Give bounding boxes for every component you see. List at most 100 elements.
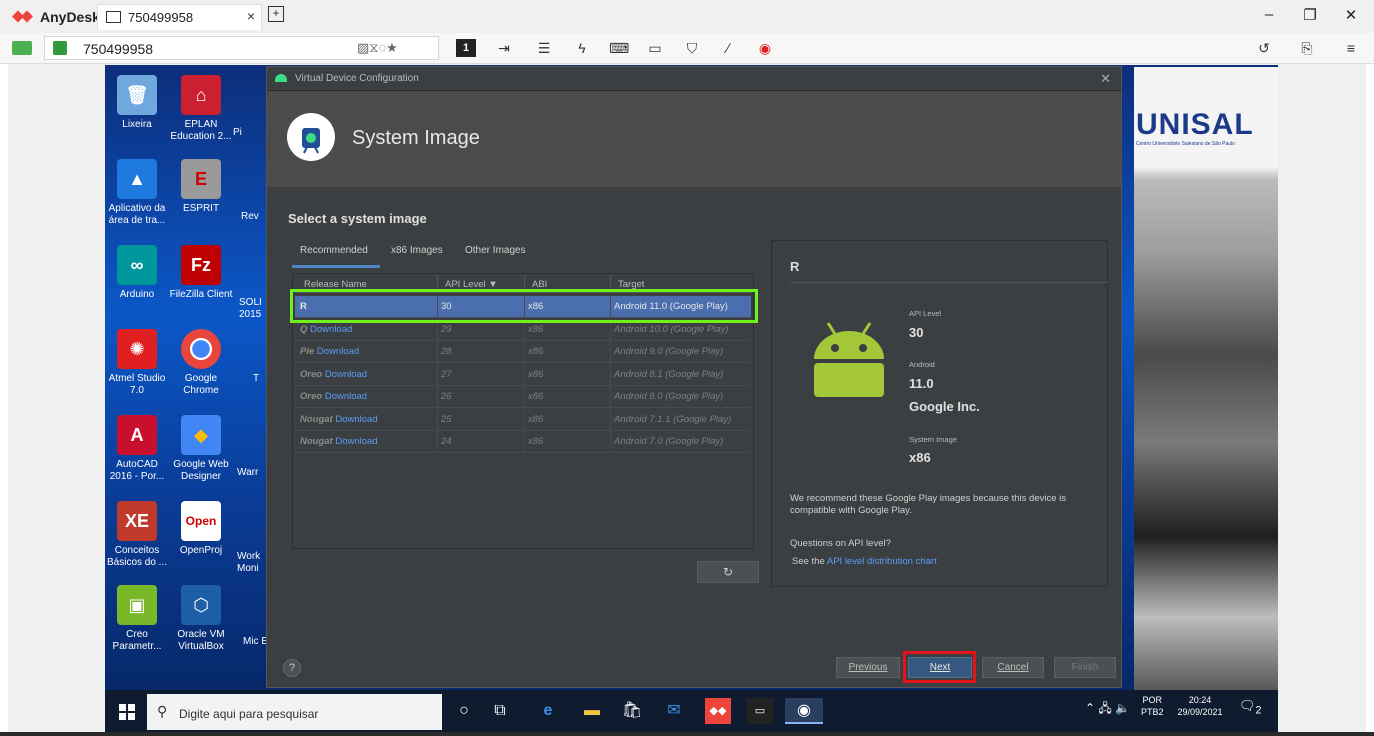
desktop-icon-creo[interactable]: ▣ Creo Parametr... — [105, 585, 169, 653]
unisal-logo-text: UNISAL — [1136, 108, 1254, 141]
language-indicator[interactable]: POR PTB2 — [1141, 694, 1164, 718]
desktop-icon-label: Google Chrome — [183, 373, 219, 396]
desktop-icon-conceitos[interactable]: XE Conceitos Básicos do ... — [105, 501, 169, 569]
download-link[interactable]: Download — [325, 391, 367, 402]
cancel-button[interactable]: Cancel — [982, 657, 1044, 678]
clock[interactable]: 20:24 29/09/2021 — [1173, 694, 1227, 718]
desktop-icon-autocad[interactable]: A AutoCAD 2016 - Por... — [105, 415, 169, 483]
chat-icon[interactable]: ☰ — [534, 39, 554, 57]
notification-icon[interactable]: 🗨2 — [1239, 699, 1262, 716]
desktop-partial-label: Work Moni — [237, 551, 261, 574]
new-tab-button[interactable]: + — [268, 6, 284, 22]
desktop-icon-atmel[interactable]: ✺ Atmel Studio 7.0 — [105, 329, 169, 397]
tab-other-images[interactable]: Other Images — [465, 245, 526, 256]
download-link[interactable]: Download — [335, 436, 377, 447]
windows-start-icon[interactable] — [119, 704, 135, 720]
table-row[interactable]: Oreo Download 27 x86 Android 8.1 (Google Pl… — [295, 363, 751, 386]
api-distribution-chart-link[interactable]: API level distribution chart — [827, 556, 937, 567]
table-row[interactable]: Oreo Download 26 x86 Android 8.0 (Google Pl… — [295, 386, 751, 408]
release-name-cell: Pie Download — [300, 346, 359, 357]
menu-icon[interactable]: ≡ — [1341, 39, 1361, 57]
display-icon[interactable]: ▭ — [645, 39, 665, 57]
switch-sides-icon[interactable]: ⇥ — [494, 39, 514, 57]
column-separator — [610, 431, 611, 453]
terminal-icon[interactable]: ▭ — [747, 698, 773, 724]
tray-icons[interactable]: ⌃ 🖧 🔈 — [1085, 702, 1130, 714]
system-image-label: System Image — [909, 435, 957, 444]
desktop-partial-label: Mic E — [243, 636, 268, 647]
android-studio-icon — [275, 74, 287, 82]
desktop-partial-label: SOLI 2015 — [239, 297, 262, 320]
download-link[interactable]: Download — [317, 346, 359, 357]
desktop-icon-app-area[interactable]: ▲ Aplicativo da área de tra... — [105, 159, 169, 227]
cortana-icon[interactable]: ○ — [451, 698, 477, 724]
dialog-header: System Image — [267, 91, 1121, 187]
desktop-icon-virtualbox[interactable]: ⬡ Oracle VM VirtualBox — [169, 585, 233, 653]
finish-button[interactable]: Finish — [1054, 657, 1116, 678]
previous-button[interactable]: Previous — [836, 657, 900, 678]
virtualbox-icon: ⬡ — [181, 585, 221, 625]
clock-time: 20:24 — [1188, 695, 1212, 705]
desktop-icon-openproj[interactable]: Open OpenProj — [169, 501, 233, 557]
session-tab[interactable]: 750499958 × — [97, 4, 262, 30]
display-1-icon[interactable]: 1 — [456, 39, 476, 57]
edge-icon[interactable]: e — [535, 698, 561, 724]
header-title: System Image — [352, 127, 480, 149]
dialog-close-icon[interactable]: ✕ — [1100, 71, 1111, 87]
restore-button[interactable]: ❐ — [1295, 6, 1325, 24]
desktop-icon-arduino[interactable]: ∞ Arduino — [105, 245, 169, 301]
address-tool-icons[interactable]: ▨⧖◌★ — [357, 40, 398, 56]
desktop-icon-label: OpenProj — [179, 545, 223, 556]
dialog-title: Virtual Device Configuration — [295, 73, 419, 84]
refresh-button[interactable]: ↻ — [697, 561, 759, 583]
release-name: Nougat — [300, 413, 333, 425]
help-button[interactable]: ? — [283, 659, 301, 677]
table-row[interactable]: Nougat Download 24 x86 Android 7.0 (Google … — [295, 431, 751, 453]
keyboard-icon[interactable]: ⌨ — [609, 39, 629, 57]
desktop-icon-chrome[interactable]: Google Chrome — [169, 329, 233, 397]
see-prefix: See the — [792, 556, 827, 567]
file-transfer-icon[interactable]: ⎘ — [1297, 39, 1317, 57]
close-tab-icon[interactable]: × — [247, 8, 255, 24]
file-explorer-icon[interactable]: ▬ — [579, 698, 605, 724]
download-link[interactable]: Download — [335, 414, 377, 425]
task-view-icon[interactable]: ⧉ — [487, 698, 513, 724]
table-row[interactable]: Nougat Download 25 x86 Android 7.1.1 (Googl… — [295, 408, 751, 431]
active-tab-indicator — [292, 265, 380, 268]
tab-recommended[interactable]: Recommended — [300, 245, 368, 256]
desktop-partial-label: Warr — [237, 467, 259, 478]
android-studio-taskbar-icon[interactable]: ◉ — [785, 698, 823, 724]
table-row[interactable]: Pie Download 28 x86 Android 9.0 (Google Pla… — [295, 341, 751, 363]
tab-x86-images[interactable]: x86 Images — [391, 245, 443, 256]
store-icon[interactable]: 🛍 — [619, 698, 645, 724]
abi-cell: x86 — [528, 368, 544, 380]
target-cell: Android 8.0 (Google Play) — [614, 391, 724, 402]
minimize-button[interactable]: – — [1254, 6, 1284, 23]
anydesk-taskbar-icon[interactable]: ◆◆ — [705, 698, 731, 724]
desktop-icon-label: EPLAN Education 2... — [170, 119, 232, 142]
search-placeholder: Digite aqui para pesquisar — [179, 707, 319, 721]
history-icon[interactable]: ↺ — [1254, 39, 1274, 57]
api-level-cell: 26 — [441, 391, 452, 402]
unisal-subtext: Centro Universitário Salesiano de São Pa… — [1136, 141, 1235, 147]
download-link[interactable]: Download — [310, 324, 352, 335]
refresh-icon: ↻ — [722, 565, 734, 579]
record-icon[interactable]: ◉ — [755, 39, 775, 57]
actions-icon[interactable]: ϟ — [572, 39, 592, 57]
vendor-value: Google Inc. — [909, 399, 980, 414]
taskbar-search-box[interactable]: ⚲ Digite aqui para pesquisar — [147, 694, 442, 730]
desktop-icon-label: ESPRIT — [182, 203, 220, 214]
desktop-icon-eplan[interactable]: ⌂ EPLAN Education 2... — [169, 75, 233, 143]
mail-icon[interactable]: ✉ — [661, 698, 687, 724]
desktop-icon-esprit[interactable]: E ESPRIT — [169, 159, 233, 215]
anydesk-logo-icon — [12, 10, 33, 23]
download-link[interactable]: Download — [325, 369, 367, 380]
desktop-icon-google-web-designer[interactable]: ◆ Google Web Designer — [169, 415, 233, 483]
draw-icon[interactable]: ∕ — [718, 39, 738, 57]
desktop-icon-filezilla[interactable]: Fz FileZilla Client — [169, 245, 233, 301]
eplan-icon: ⌂ — [181, 75, 221, 115]
desktop-icon-recycle-bin[interactable]: 🗑 Lixeira — [105, 75, 169, 131]
close-window-button[interactable]: ✕ — [1336, 6, 1366, 24]
permissions-icon[interactable]: ⛉ — [682, 39, 702, 57]
address-bar[interactable]: 750499958 ▨⧖◌★ — [44, 36, 439, 60]
